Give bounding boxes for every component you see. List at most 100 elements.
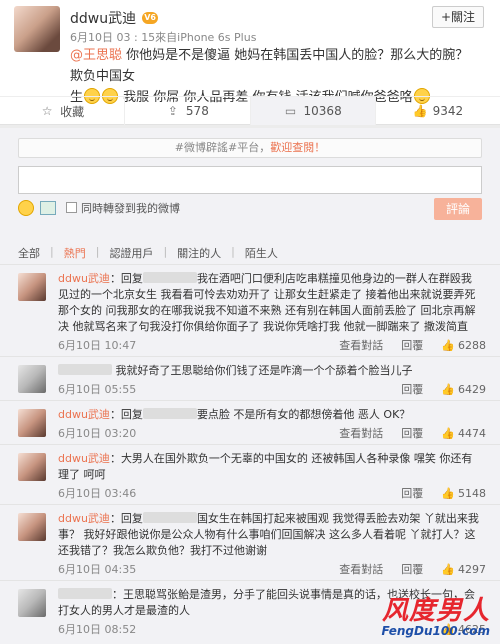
comment-like-button[interactable]: 👍 6429 xyxy=(441,381,486,397)
commenter-name[interactable]: ddwu武迪 xyxy=(58,408,110,421)
repost-checkbox[interactable] xyxy=(66,202,77,213)
commenter-avatar[interactable] xyxy=(18,365,46,393)
emoji-picker-icon[interactable] xyxy=(18,200,34,216)
commenter-avatar[interactable] xyxy=(18,409,46,437)
reply-prefix: ：回复 xyxy=(109,272,143,285)
comment-time: 6月10日 04:35 xyxy=(58,563,137,576)
post-actions-bar: ☆ 收藏 ⇪ 578 ▭ 10368 👍 9342 xyxy=(0,96,500,125)
reply-link[interactable]: 回覆 xyxy=(401,561,423,577)
comment-like-button[interactable]: 👍 4297 xyxy=(441,561,486,577)
blurred-name xyxy=(142,512,197,523)
commenter-name[interactable]: ddwu武迪 xyxy=(58,512,110,525)
like-icon: 👍 xyxy=(441,562,455,576)
reply-link[interactable]: 回覆 xyxy=(401,425,423,441)
filter-hot[interactable]: 熱門 xyxy=(64,245,86,261)
comment-filters: 全部 | 熱門 | 認證用戶 | 關注的人 | 陌生人 xyxy=(18,245,278,261)
blurred-name xyxy=(142,272,197,283)
comment-input[interactable] xyxy=(18,166,482,194)
comment-footer: 6月10日 05:55 回覆 👍 6429 xyxy=(58,381,486,397)
comment-like-count: 4474 xyxy=(458,426,486,440)
site-watermark: 风度男人 FengDu100.com xyxy=(381,598,490,638)
comment-body: 大男人在国外欺负一个无辜的中国女的 还被韩国人各种录像 嘿笑 你还有理了 呵呵 xyxy=(58,452,473,481)
comment-time: 6月10日 10:47 xyxy=(58,339,137,352)
comment-item: ddwu武迪：回复 国女生在韩国打起来被围观 我觉得丢脸去劝架 丫就出来我事？ 我… xyxy=(0,504,500,580)
follow-button[interactable]: +關注 xyxy=(431,6,484,28)
comment-body: 我就好奇了王思聪给你们钱了还是咋滴一个个舔着个脸当儿子 xyxy=(115,364,413,377)
rumor-notice: #微博辟謠#平台，歡迎查閱！ xyxy=(18,138,482,158)
comment-time: 6月10日 03:20 xyxy=(58,427,137,440)
comment-like-count: 5148 xyxy=(458,486,486,500)
comment-time: 6月10日 08:52 xyxy=(58,623,137,636)
comment-footer: 6月10日 03:46 回覆 👍 5148 xyxy=(58,485,486,501)
comment-like-button[interactable]: 👍 5148 xyxy=(441,485,486,501)
comment-list: ddwu武迪：回复 我在酒吧门口便利店吃串糕撞见他身边的一群人在群殴我见过的一个北… xyxy=(0,264,500,640)
commenter-name[interactable]: ddwu武迪 xyxy=(58,272,110,285)
watermark-main: 风度男人 xyxy=(381,596,490,626)
post-text-line1: 你他妈是不是傻逼 她妈在韩国丢中国人的脸？那么大的腕？欺负中国女 xyxy=(70,48,469,84)
favorite-label: 收藏 xyxy=(60,104,85,119)
commenter-avatar[interactable] xyxy=(18,273,46,301)
star-icon: ☆ xyxy=(41,104,53,118)
filter-all[interactable]: 全部 xyxy=(18,245,40,261)
comment-like-count: 6429 xyxy=(458,382,486,396)
commenter-avatar[interactable] xyxy=(18,589,46,617)
submit-comment-button[interactable]: 評論 xyxy=(434,198,482,220)
author-avatar[interactable] xyxy=(14,6,60,52)
commenter-avatar[interactable] xyxy=(18,453,46,481)
comment-text: ddwu武迪：回复 国女生在韩国打起来被围观 我觉得丢脸去劝架 丫就出来我事？ 我… xyxy=(58,511,482,559)
reply-prefix: ：回复 xyxy=(109,408,143,421)
notice-prefix: #微博辟謠#平台， xyxy=(174,141,271,154)
filter-following[interactable]: 關注的人 xyxy=(177,245,221,261)
reply-prefix: ： xyxy=(109,452,121,465)
favorite-button[interactable]: ☆ 收藏 xyxy=(0,97,126,125)
notice-link[interactable]: 歡迎查閱！ xyxy=(270,141,325,154)
comment-like-count: 6288 xyxy=(458,338,486,352)
commenter-name[interactable]: ddwu武迪 xyxy=(58,452,110,465)
view-conversation-link[interactable]: 查看對話 xyxy=(339,425,383,441)
like-icon: 👍 xyxy=(441,486,455,500)
post-meta: 6月10日 03 : 15來自iPhone 6s Plus xyxy=(70,31,257,44)
author-name[interactable]: ddwu武迪 xyxy=(70,8,136,28)
comment-text: ddwu武迪：回复 我在酒吧门口便利店吃串糕撞见他身边的一群人在群殴我见过的一个北… xyxy=(58,271,482,335)
comment-footer: 6月10日 03:20 查看對話 回覆 👍 4474 xyxy=(58,425,486,441)
reply-prefix: ：回复 xyxy=(109,512,143,525)
comment-footer: 6月10日 10:47 查看對話 回覆 👍 6288 xyxy=(58,337,486,353)
comment-like-count: 4297 xyxy=(458,562,486,576)
blurred-name xyxy=(142,408,197,419)
like-icon: 👍 xyxy=(412,104,428,118)
comment-item: ddwu武迪：回复 要点脸 不是所有女的都想傍着他 恶人 OK？ 6月10日 03… xyxy=(0,400,500,444)
vip-badge-icon: V6 xyxy=(142,12,159,24)
blurred-name xyxy=(58,364,112,375)
comment-button[interactable]: ▭ 10368 xyxy=(250,97,376,125)
comment-item: ddwu武迪：回复 我在酒吧门口便利店吃串糕撞见他身边的一群人在群殴我见过的一个北… xyxy=(0,264,500,356)
comment-like-button[interactable]: 👍 6288 xyxy=(441,337,486,353)
repost-count: 578 xyxy=(185,104,209,118)
filter-verified[interactable]: 認證用戶 xyxy=(109,245,153,261)
comment-text: ddwu武迪：回复 要点脸 不是所有女的都想傍着他 恶人 OK？ xyxy=(58,407,482,423)
comment-panel: #微博辟謠#平台，歡迎查閱！ 同時轉發到我的微博 評論 全部 | 熱門 | 認證用戶… xyxy=(0,128,500,644)
view-conversation-link[interactable]: 查看對話 xyxy=(339,337,383,353)
comment-body: 要点脸 不是所有女的都想傍着他 恶人 OK？ xyxy=(196,408,411,421)
reply-link[interactable]: 回覆 xyxy=(401,381,423,397)
comment-time: 6月10日 05:55 xyxy=(58,383,137,396)
image-upload-icon[interactable] xyxy=(40,201,56,215)
comment-text: 我就好奇了王思聪给你们钱了还是咋滴一个个舔着个脸当儿子 xyxy=(58,363,482,379)
reply-link[interactable]: 回覆 xyxy=(401,485,423,501)
comment-icon: ▭ xyxy=(284,104,297,118)
filter-strangers[interactable]: 陌生人 xyxy=(245,245,278,261)
watermark-url: FengDu100.com xyxy=(381,624,490,638)
comment-like-button[interactable]: 👍 4474 xyxy=(441,425,486,441)
view-conversation-link[interactable]: 查看對話 xyxy=(339,561,383,577)
comment-item: ddwu武迪：大男人在国外欺负一个无辜的中国女的 还被韩国人各种录像 嘿笑 你还… xyxy=(0,444,500,504)
like-icon: 👍 xyxy=(441,382,455,396)
like-button[interactable]: 👍 9342 xyxy=(376,97,500,125)
repost-button[interactable]: ⇪ 578 xyxy=(125,97,251,125)
reply-link[interactable]: 回覆 xyxy=(401,337,423,353)
comment-item: 我就好奇了王思聪给你们钱了还是咋滴一个个舔着个脸当儿子 6月10日 05:55 … xyxy=(0,356,500,400)
post-card: ddwu武迪 V6 +關注 6月10日 03 : 15來自iPhone 6s P… xyxy=(0,0,500,125)
mention-link[interactable]: @王思聪 xyxy=(70,48,122,63)
like-count: 9342 xyxy=(432,104,464,118)
comment-text: ddwu武迪：大男人在国外欺负一个无辜的中国女的 还被韩国人各种录像 嘿笑 你还… xyxy=(58,451,482,483)
commenter-avatar[interactable] xyxy=(18,513,46,541)
comment-count: 10368 xyxy=(303,104,342,118)
